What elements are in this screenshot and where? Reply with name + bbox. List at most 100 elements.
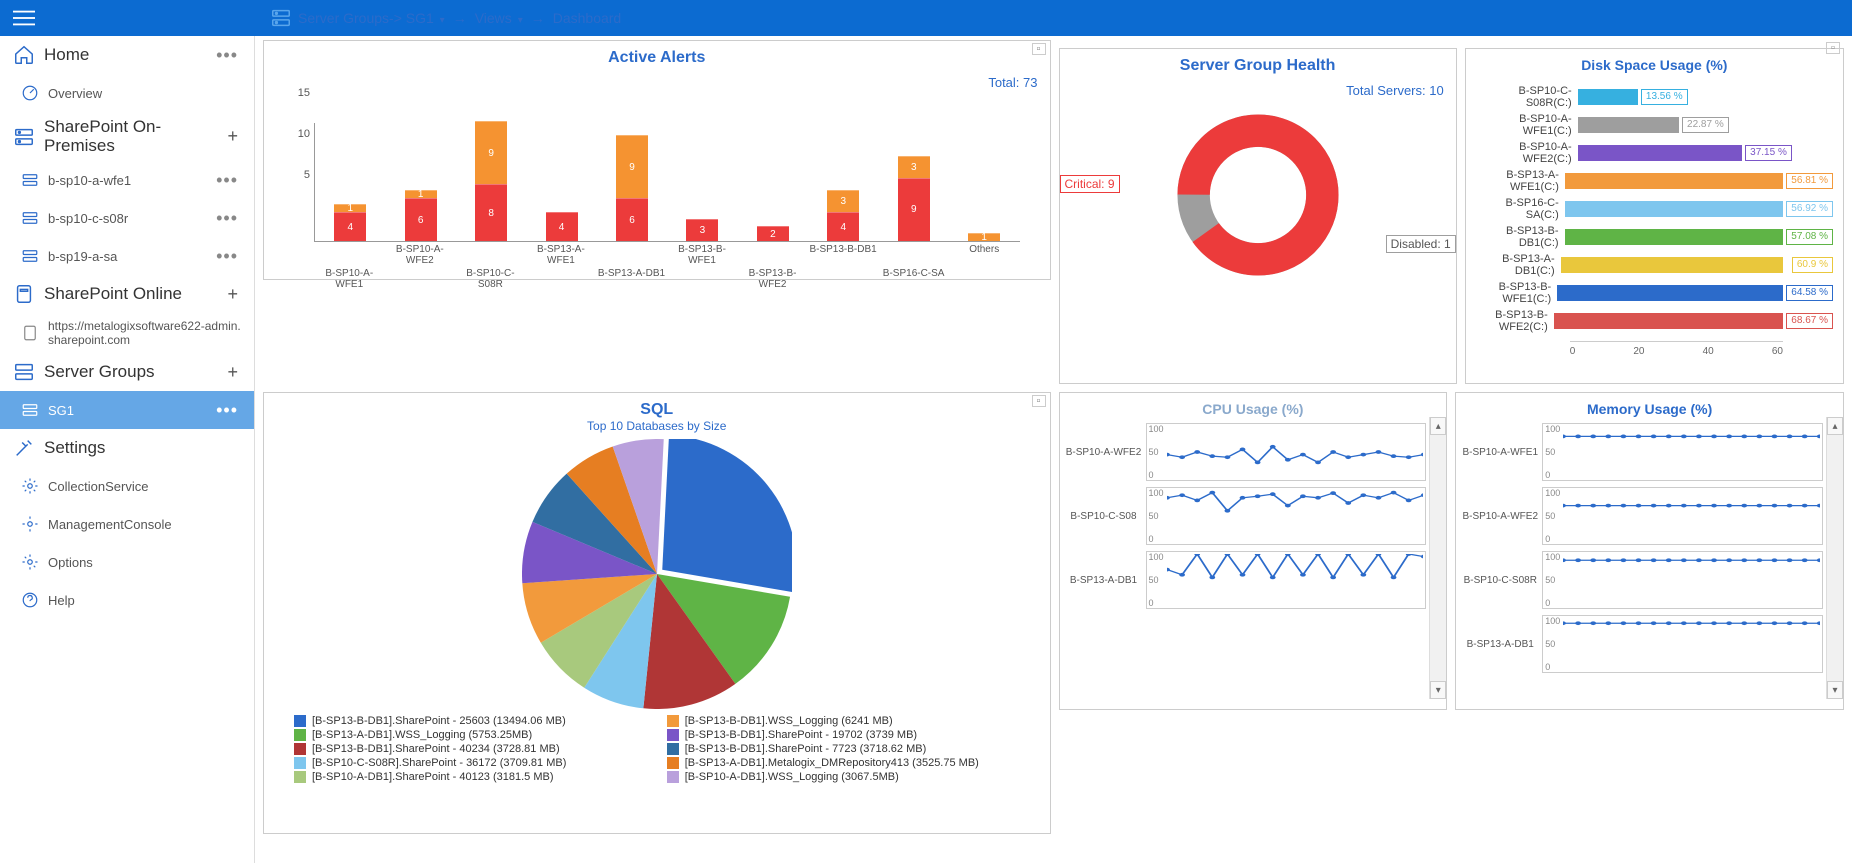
sg1-more[interactable]: ••• bbox=[212, 400, 242, 421]
panel-max-button[interactable]: ▫ bbox=[1032, 395, 1046, 407]
sidebar-sharepoint-onprem[interactable]: SharePoint On-Premises + bbox=[0, 112, 254, 161]
crumb-views[interactable]: Views ▾ bbox=[475, 10, 523, 26]
cloud-icon bbox=[12, 282, 36, 306]
bar-label: B-SP10-A-WFE2 bbox=[385, 244, 456, 266]
spark-y0: 0 bbox=[1149, 470, 1154, 480]
spark-y50: 50 bbox=[1545, 511, 1555, 521]
disk-row: B-SP13-A-DB1(C:)60.9 % bbox=[1474, 253, 1783, 277]
crumb-group[interactable]: Server Groups-> SG1 ▾ bbox=[298, 10, 445, 26]
bar-label: B-SP10-A-WFE1 bbox=[314, 268, 385, 290]
add-onprem-button[interactable]: + bbox=[223, 126, 242, 147]
legend-item: [B-SP13-B-DB1].SharePoint - 7723 (3718.6… bbox=[667, 743, 1020, 755]
legend-text: [B-SP13-A-DB1].Metalogix_DMRepository413… bbox=[685, 757, 979, 769]
scroll-up-button[interactable]: ▴ bbox=[1430, 417, 1446, 435]
sidebar-server-2[interactable]: b-sp19-a-sa••• bbox=[0, 237, 254, 275]
legend-item: [B-SP13-B-DB1].SharePoint - 19702 (3739 … bbox=[667, 729, 1020, 741]
disk-value: 60.9 % bbox=[1792, 257, 1833, 273]
spark-label: B-SP10-C-S08R bbox=[1458, 575, 1542, 586]
sidebar-online-site[interactable]: https://metalogixsoftware622-admin.share… bbox=[0, 313, 254, 353]
sidebar-overview[interactable]: Overview bbox=[0, 74, 254, 112]
server-group-icon bbox=[12, 360, 36, 384]
legend-item: [B-SP10-C-S08R].SharePoint - 36172 (3709… bbox=[294, 757, 647, 769]
gear-icon bbox=[20, 476, 40, 496]
disk-bar: 37.15 % bbox=[1578, 145, 1742, 161]
sidebar-mgmt[interactable]: ManagementConsole bbox=[0, 505, 254, 543]
sidebar-server-0[interactable]: b-sp10-a-wfe1••• bbox=[0, 161, 254, 199]
disk-title: Disk Space Usage (%) bbox=[1466, 49, 1843, 73]
add-server-group-button[interactable]: + bbox=[223, 362, 242, 383]
sidebar-server-1[interactable]: b-sp10-c-s08r••• bbox=[0, 199, 254, 237]
spark-row: B-SP10-A-WFE2100500 bbox=[1062, 423, 1427, 481]
disk-value: 56.92 % bbox=[1786, 201, 1833, 217]
bar-red: 3 bbox=[686, 219, 718, 241]
bar-label: B-SP13-B-DB1 bbox=[808, 244, 879, 266]
disk-bar: 13.56 % bbox=[1578, 89, 1638, 105]
spark-label: B-SP13-A-DB1 bbox=[1062, 575, 1146, 586]
bar-label: B-SP13-B-WFE2 bbox=[737, 268, 808, 290]
panel-cpu: CPU Usage (%) B-SP10-A-WFE2100500B-SP10-… bbox=[1059, 392, 1448, 710]
sidebar-options[interactable]: Options bbox=[0, 543, 254, 581]
sidebar-server-groups[interactable]: Server Groups + bbox=[0, 353, 254, 391]
spark-y100: 100 bbox=[1545, 616, 1560, 626]
legend-swatch bbox=[667, 715, 679, 727]
home-more-button[interactable]: ••• bbox=[212, 45, 242, 66]
help-icon bbox=[20, 590, 40, 610]
panel-sql: ▫ SQL Top 10 Databases by Size [B-SP13-B… bbox=[263, 392, 1051, 834]
menu-toggle-button[interactable] bbox=[0, 0, 48, 36]
scroll-down-button[interactable]: ▾ bbox=[1430, 681, 1446, 699]
sidebar-sg1[interactable]: SG1••• bbox=[0, 391, 254, 429]
xtick: 40 bbox=[1703, 346, 1714, 357]
sidebar-settings[interactable]: Settings bbox=[0, 429, 254, 467]
legend-text: [B-SP13-B-DB1].SharePoint - 40234 (3728.… bbox=[312, 743, 560, 755]
legend-item: [B-SP13-A-DB1].WSS_Logging (5753.25MB) bbox=[294, 729, 647, 741]
alerts-yaxis: 15 10 5 bbox=[284, 87, 310, 222]
add-online-button[interactable]: + bbox=[223, 284, 242, 305]
crumb-views-text: Views bbox=[475, 10, 512, 26]
disk-bar: 56.92 % bbox=[1565, 201, 1783, 217]
disk-bar: 64.58 % bbox=[1557, 285, 1783, 301]
panel-max-button[interactable]: ▫ bbox=[1826, 42, 1840, 54]
server-1-more[interactable]: ••• bbox=[212, 208, 242, 229]
bar-orange: 3 bbox=[898, 156, 930, 178]
spark-label: B-SP13-A-DB1 bbox=[1458, 639, 1542, 650]
disk-value: 68.67 % bbox=[1786, 313, 1833, 329]
sidebar-help[interactable]: Help bbox=[0, 581, 254, 619]
disk-label: B-SP13-A-DB1(C:) bbox=[1474, 253, 1561, 277]
bar-label: B-SP13-A-DB1 bbox=[596, 268, 667, 290]
legend-text: [B-SP13-B-DB1].WSS_Logging (6241 MB) bbox=[685, 715, 893, 727]
overview-label: Overview bbox=[48, 86, 242, 101]
sidebar-sharepoint-online[interactable]: SharePoint Online + bbox=[0, 275, 254, 313]
crumb-dashboard[interactable]: Dashboard bbox=[553, 10, 622, 26]
server-0-more[interactable]: ••• bbox=[212, 170, 242, 191]
server-2-more[interactable]: ••• bbox=[212, 246, 242, 267]
pie-icon bbox=[522, 439, 792, 709]
health-critical-label: Critical: 9 bbox=[1060, 175, 1120, 193]
disk-label: B-SP13-B-WFE1(C:) bbox=[1474, 281, 1558, 305]
panel-active-alerts: ▫ Active Alerts Total: 73 15 10 5 416189… bbox=[263, 40, 1051, 280]
disk-label: B-SP13-B-DB1(C:) bbox=[1474, 225, 1565, 249]
mem-scrollbar[interactable]: ▴ ▾ bbox=[1826, 417, 1843, 699]
disk-value: 57.08 % bbox=[1786, 229, 1833, 245]
collection-label: CollectionService bbox=[48, 479, 242, 494]
cpu-scrollbar[interactable]: ▴ ▾ bbox=[1429, 417, 1446, 699]
sidebar-collection[interactable]: CollectionService bbox=[0, 467, 254, 505]
bar-red: 4 bbox=[334, 212, 366, 241]
scroll-down-button[interactable]: ▾ bbox=[1827, 681, 1843, 699]
scroll-up-button[interactable]: ▴ bbox=[1827, 417, 1843, 435]
spark-y0: 0 bbox=[1149, 534, 1154, 544]
bar-red: 2 bbox=[757, 226, 789, 241]
spark-y0: 0 bbox=[1545, 662, 1550, 672]
panel-max-button[interactable]: ▫ bbox=[1032, 43, 1046, 55]
spark-y50: 50 bbox=[1545, 639, 1555, 649]
disk-xaxis: 0 20 40 60 bbox=[1570, 341, 1783, 357]
sidebar-home[interactable]: Home ••• bbox=[0, 36, 254, 74]
mem-title: Memory Usage (%) bbox=[1456, 393, 1843, 417]
legend-text: [B-SP13-A-DB1].WSS_Logging (5753.25MB) bbox=[312, 729, 532, 741]
server-groups-label: Server Groups bbox=[44, 362, 223, 382]
legend-text: [B-SP13-B-DB1].SharePoint - 7723 (3718.6… bbox=[685, 743, 927, 755]
disk-row: B-SP13-B-WFE2(C:)68.67 % bbox=[1474, 309, 1783, 333]
spark-plot: 100500 bbox=[1146, 551, 1427, 609]
sg1-label: SG1 bbox=[48, 403, 212, 418]
spark-svg bbox=[1563, 490, 1820, 542]
home-icon bbox=[12, 43, 36, 67]
